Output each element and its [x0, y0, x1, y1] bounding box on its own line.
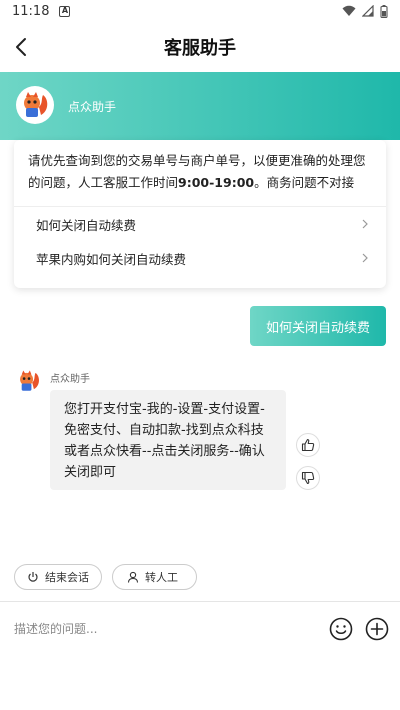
- notification-a-icon: A: [59, 5, 71, 17]
- transfer-to-agent-button[interactable]: 转人工: [112, 564, 197, 590]
- thumbs-down-icon: [301, 471, 315, 485]
- emoji-icon[interactable]: [328, 616, 354, 642]
- thumbs-up-button[interactable]: [296, 433, 320, 457]
- end-session-label: 结束会话: [45, 571, 89, 584]
- message-input-bar: [0, 601, 400, 655]
- page-title: 客服助手: [164, 38, 236, 59]
- notice-text-post: 。商务问题不对接: [254, 175, 355, 190]
- end-session-button[interactable]: 结束会话: [14, 564, 102, 590]
- transfer-label: 转人工: [145, 571, 178, 584]
- faq-card: 请优先查询到您的交易单号与商户单号，以便更准确的处理您的问题，人工客服工作时间9…: [14, 140, 386, 288]
- person-icon: [127, 571, 139, 583]
- status-time: 11:18: [12, 3, 50, 19]
- chevron-right-icon: [362, 219, 368, 229]
- wifi-icon: [342, 5, 356, 16]
- chevron-right-icon: [362, 253, 368, 263]
- faq-item-auto-renew[interactable]: 如何关闭自动续费: [14, 207, 386, 241]
- plus-icon[interactable]: [364, 616, 390, 642]
- power-icon: [28, 572, 38, 582]
- squirrel-mascot-icon: [20, 370, 39, 391]
- thumbs-up-icon: [301, 438, 315, 452]
- faq-item-label: 苹果内购如何关闭自动续费: [36, 251, 187, 267]
- faq-item-apple-auto-renew[interactable]: 苹果内购如何关闭自动续费: [14, 241, 386, 275]
- bot-message-bubble: 您打开支付宝-我的-设置-支付设置-免密支付、自动扣款-找到点众科技或者点众快看…: [50, 390, 286, 490]
- header: 客服助手: [0, 22, 400, 72]
- signal-icon: [362, 5, 374, 17]
- thumbs-down-button[interactable]: [296, 466, 320, 490]
- assistant-name: 点众助手: [68, 100, 117, 114]
- bot-name: 点众助手: [50, 374, 90, 385]
- squirrel-mascot-icon: [24, 92, 48, 117]
- battery-icon: [380, 4, 388, 18]
- service-notice: 请优先查询到您的交易单号与商户单号，以便更准确的处理您的问题，人工客服工作时间9…: [14, 140, 386, 206]
- user-message-bubble: 如何关闭自动续费: [249, 306, 386, 346]
- service-hours: 9:00-19:00: [178, 175, 255, 190]
- message-input[interactable]: [14, 621, 318, 636]
- status-bar: 11:18 A: [0, 0, 400, 22]
- assistant-banner: 点众助手: [0, 72, 400, 140]
- assistant-avatar: [16, 86, 54, 124]
- back-arrow-icon[interactable]: [10, 35, 34, 59]
- faq-item-label: 如何关闭自动续费: [36, 217, 137, 233]
